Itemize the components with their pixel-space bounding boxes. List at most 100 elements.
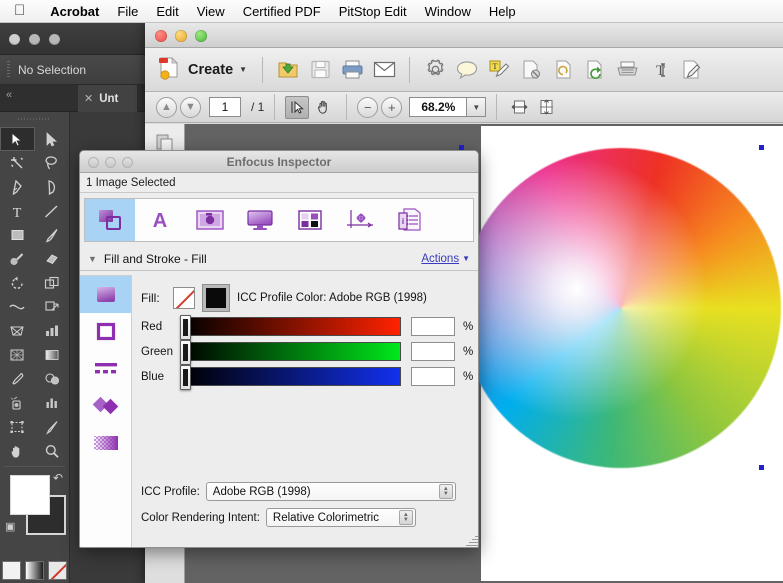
control-bar-grip[interactable]: [7, 60, 10, 79]
menu-edit[interactable]: Edit: [147, 4, 187, 19]
direct-selection-tool[interactable]: [35, 127, 70, 151]
rotate-tool[interactable]: [0, 271, 35, 295]
green-channel-slider[interactable]: [180, 340, 401, 365]
no-fill-swatch[interactable]: [173, 287, 195, 309]
menu-view[interactable]: View: [188, 4, 234, 19]
red-channel-input[interactable]: [411, 317, 455, 336]
close-icon[interactable]: ✕: [84, 92, 93, 105]
separations-tab[interactable]: [285, 199, 335, 241]
stroke-subtab[interactable]: [80, 313, 131, 350]
text-edit-icon[interactable]: T: [645, 55, 673, 85]
stepper-arrows-icon[interactable]: ▲ ▼: [398, 510, 413, 525]
text-tab[interactable]: A: [135, 199, 185, 241]
graph-tool[interactable]: [35, 319, 70, 343]
pen-tool[interactable]: [0, 175, 35, 199]
zoom-button[interactable]: [195, 30, 207, 42]
dash-pattern-subtab[interactable]: [80, 350, 131, 387]
default-fill-stroke-icon[interactable]: ▣: [5, 520, 15, 533]
collapse-panel-icon[interactable]: «: [6, 89, 12, 101]
triangle-down-icon[interactable]: ▼: [462, 254, 470, 263]
perspective-grid-tool[interactable]: [0, 319, 35, 343]
position-tab[interactable]: [335, 199, 385, 241]
minimize-button[interactable]: [105, 157, 116, 168]
blue-channel-thumb[interactable]: [180, 365, 191, 390]
magic-wand-tool[interactable]: [0, 151, 35, 175]
close-button[interactable]: [88, 157, 99, 168]
apple-icon[interactable]: : [14, 3, 25, 18]
eyedropper-tool[interactable]: [0, 367, 35, 391]
gradient-fill-mode[interactable]: [25, 561, 44, 580]
selection-handle[interactable]: [759, 465, 764, 470]
fit-page-icon[interactable]: [534, 96, 558, 119]
open-file-icon[interactable]: [274, 55, 302, 85]
scale-tool[interactable]: [35, 271, 70, 295]
color-fill-mode[interactable]: [2, 561, 21, 580]
minimize-button[interactable]: [29, 34, 40, 45]
print-icon[interactable]: [338, 55, 366, 85]
selection-tool[interactable]: [0, 127, 35, 151]
green-channel-input[interactable]: [411, 342, 455, 361]
actions-link[interactable]: Actions: [421, 253, 459, 265]
menu-file[interactable]: File: [108, 4, 147, 19]
document-info-tab[interactable]: i: [385, 199, 435, 241]
redact-page-icon[interactable]: [517, 55, 545, 85]
transparency-subtab[interactable]: [80, 424, 131, 461]
fill-swatch[interactable]: [10, 475, 50, 515]
plus-icon[interactable]: +: [381, 96, 403, 118]
blue-channel-slider[interactable]: [180, 365, 401, 390]
color-wheel-artwork[interactable]: [461, 148, 781, 468]
select-tool-icon[interactable]: [285, 95, 310, 119]
fit-width-icon[interactable]: [507, 96, 531, 119]
none-fill-mode[interactable]: [48, 561, 67, 580]
arrow-up-icon[interactable]: ▲: [156, 96, 177, 118]
document-tab[interactable]: ✕ Unt: [78, 85, 138, 112]
artboard-tool[interactable]: [0, 415, 35, 439]
slice-tool[interactable]: [35, 415, 70, 439]
lasso-tool[interactable]: [35, 151, 70, 175]
red-channel-thumb[interactable]: [180, 315, 191, 340]
chevron-down-icon[interactable]: ▼: [467, 97, 487, 117]
minimize-button[interactable]: [175, 30, 187, 42]
hand-tool-icon[interactable]: [312, 96, 336, 119]
image-tab[interactable]: [185, 199, 235, 241]
menu-window[interactable]: Window: [416, 4, 480, 19]
save-file-icon[interactable]: [306, 55, 334, 85]
rendering-intent-select[interactable]: Relative Colorimetric ▲ ▼: [265, 508, 416, 527]
resize-grip-icon[interactable]: [465, 534, 478, 547]
email-icon[interactable]: [370, 55, 398, 85]
symbol-sprayer-tool[interactable]: [0, 391, 35, 415]
paintbrush-tool[interactable]: [35, 223, 70, 247]
close-button[interactable]: [155, 30, 167, 42]
eraser-tool[interactable]: [35, 247, 70, 271]
menu-pitstop-edit[interactable]: PitStop Edit: [330, 4, 416, 19]
triangle-down-icon[interactable]: ▼: [88, 254, 97, 264]
zoom-level-input[interactable]: 68.2%: [409, 97, 468, 117]
fill-subtab[interactable]: [80, 276, 131, 313]
highlight-edit-icon[interactable]: T: [485, 55, 513, 85]
curvature-tool[interactable]: [35, 175, 70, 199]
tool-panel-grip[interactable]: [18, 114, 51, 124]
prepress-tab[interactable]: [235, 199, 285, 241]
close-button[interactable]: [9, 34, 20, 45]
create-button[interactable]: Create ▼: [154, 53, 251, 86]
stepper-arrows-icon[interactable]: ▲ ▼: [438, 484, 453, 499]
page-curl-icon[interactable]: [549, 55, 577, 85]
gradient-tool[interactable]: [35, 343, 70, 367]
menu-certified-pdf[interactable]: Certified PDF: [234, 4, 330, 19]
fill-and-stroke-tab[interactable]: [85, 199, 135, 241]
swap-fill-stroke-icon[interactable]: ↶: [53, 471, 63, 485]
chevron-down-icon[interactable]: ▼: [239, 65, 247, 74]
typewriter-icon[interactable]: [613, 55, 641, 85]
fill-color-swatch[interactable]: [202, 284, 230, 312]
selection-handle[interactable]: [759, 145, 764, 150]
line-segment-tool[interactable]: [35, 199, 70, 223]
menu-help[interactable]: Help: [480, 4, 525, 19]
rectangle-tool[interactable]: [0, 223, 35, 247]
comment-bubble-icon[interactable]: [453, 55, 481, 85]
hand-tool[interactable]: [0, 439, 35, 463]
blue-channel-input[interactable]: [411, 367, 455, 386]
column-graph-tool[interactable]: [35, 391, 70, 415]
red-channel-slider[interactable]: [180, 315, 401, 340]
sign-edit-icon[interactable]: [677, 55, 705, 85]
export-page-icon[interactable]: [581, 55, 609, 85]
